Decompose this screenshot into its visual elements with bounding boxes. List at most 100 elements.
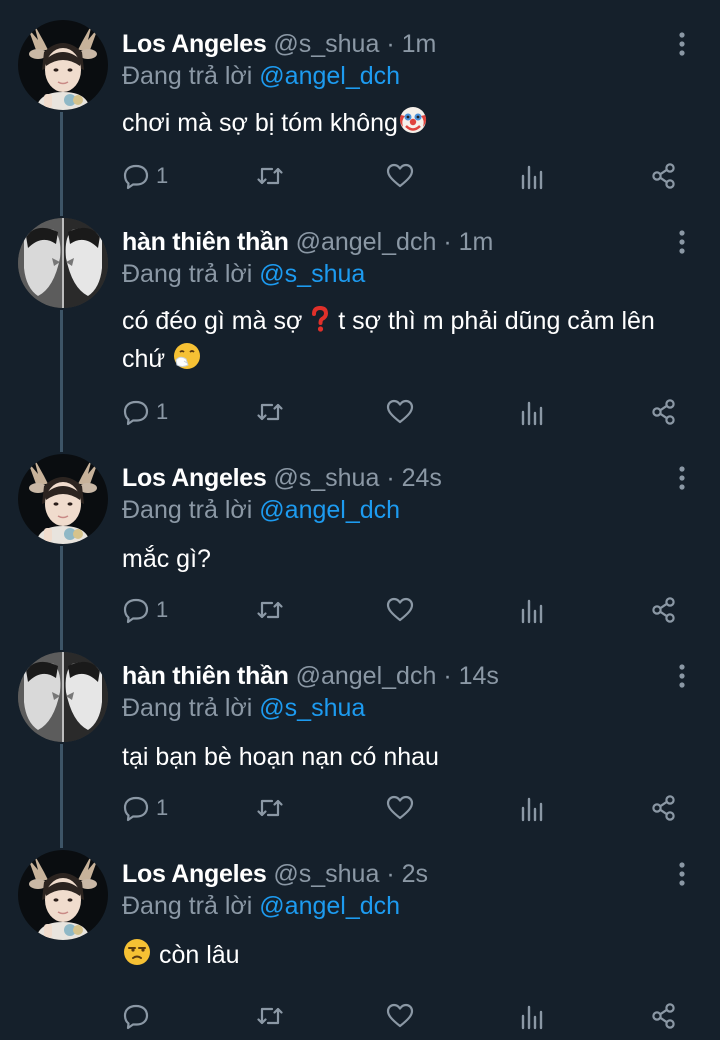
mention-link[interactable]: @angel_dch [259,496,400,524]
avatar[interactable] [18,20,108,110]
retweet-button[interactable] [256,996,284,1036]
display-name[interactable]: Los Angeles [122,30,267,58]
tweet[interactable]: hàn thiên thần @angel_dch · 14s Đang trả… [0,632,720,830]
tweet[interactable]: Los Angeles @s_shua · 24s Đang trả lời @… [0,434,720,632]
handle[interactable]: @s_shua [273,860,379,888]
share-button[interactable] [650,156,678,196]
stats-button[interactable] [518,788,546,828]
stats-button[interactable] [518,590,546,630]
reply-context: Đang trả lời @angel_dch [122,890,400,922]
stats-button[interactable] [518,156,546,196]
share-button[interactable] [650,996,678,1036]
handle[interactable]: @angel_dch [296,228,437,256]
share-icon [652,163,675,189]
stats-button[interactable] [518,392,546,432]
reply-count: 1 [156,795,169,820]
handle[interactable]: @s_shua [273,30,379,58]
tweet-header: hàn thiên thần @angel_dch · 14s [122,660,499,692]
like-icon [386,1003,414,1028]
more-icon[interactable] [674,464,690,492]
share-button[interactable] [650,590,678,630]
retweet-button[interactable] [256,788,284,828]
share-icon [652,1003,675,1029]
timestamp[interactable]: 2s [402,860,428,888]
display-name[interactable]: hàn thiên thần [122,228,289,256]
avatar[interactable] [18,850,108,940]
handle[interactable]: @s_shua [273,464,379,492]
display-name[interactable]: Los Angeles [122,860,267,888]
tweet-text-content: t sợ thì m phải dũng cảm lên [331,307,655,335]
share-icon [652,399,675,425]
more-icon[interactable] [674,228,690,256]
mention-link[interactable]: @s_shua [259,694,365,722]
tweet-actions: 1 [0,590,720,630]
reply-icon [123,796,149,822]
tweet[interactable]: Los Angeles @s_shua · 1m Đang trả lời @a… [0,0,720,198]
retweet-button[interactable] [256,392,284,432]
more-icon[interactable] [674,30,690,58]
reply-button[interactable]: 1 [122,590,168,630]
display-name[interactable]: Los Angeles [122,464,267,492]
like-button[interactable] [386,392,414,432]
like-button[interactable] [386,156,414,196]
share-button[interactable] [650,788,678,828]
tweet[interactable]: Los Angeles @s_shua · 2s Đang trả lời @a… [0,830,720,1040]
reply-context: Đang trả lời @s_shua [122,692,365,724]
retweet-button[interactable] [256,590,284,630]
display-name[interactable]: hàn thiên thần [122,662,289,690]
like-button[interactable] [386,590,414,630]
stats-button[interactable] [518,996,546,1036]
tweet-actions [0,996,720,1036]
stats-icon [521,1005,543,1030]
share-button[interactable] [650,392,678,432]
reply-icon [123,400,149,426]
like-icon [386,399,414,424]
retweet-icon [257,167,283,185]
timestamp[interactable]: 24s [402,464,442,492]
reply-prefix: Đang trả lời [122,694,253,722]
avatar[interactable] [18,454,108,544]
timestamp[interactable]: 14s [459,662,499,690]
tweet[interactable]: hàn thiên thần @angel_dch · 1m Đang trả … [0,198,720,434]
tweet-header: Los Angeles @s_shua · 24s [122,462,442,494]
more-icon[interactable] [674,860,690,888]
like-button[interactable] [386,788,414,828]
red-question-mark-icon [312,305,329,332]
retweet-icon [257,799,283,817]
reply-count: 1 [156,399,169,424]
timestamp[interactable]: 1m [402,30,437,58]
mention-link[interactable]: @angel_dch [259,62,400,90]
avatar[interactable] [18,652,108,742]
mention-link[interactable]: @angel_dch [259,892,400,920]
tweet-text: chơi mà sợ bị tóm không [122,104,692,142]
like-button[interactable] [386,996,414,1036]
more-icon[interactable] [674,662,690,690]
clown-face-icon [399,107,427,133]
tweet-text-content: chơi mà sợ bị tóm không [122,109,398,137]
handle[interactable]: @angel_dch [296,662,437,690]
tweet-actions: 1 [0,156,720,196]
like-icon [386,163,414,188]
reply-button[interactable]: 1 [122,392,168,432]
tweet-header: hàn thiên thần @angel_dch · 1m [122,226,493,258]
reply-count: 1 [156,163,169,188]
reply-icon [123,598,149,624]
share-icon [652,795,675,821]
timestamp[interactable]: 1m [459,228,494,256]
reply-button[interactable]: 1 [122,156,168,196]
mention-link[interactable]: @s_shua [259,260,365,288]
separator: · [386,30,395,58]
separator: · [443,662,452,690]
reply-button[interactable] [122,996,156,1036]
tweet-text-content: còn lâu [158,941,240,969]
separator: · [386,464,395,492]
tweet-actions: 1 [0,392,720,432]
share-icon [652,597,675,623]
avatar[interactable] [18,218,108,308]
tweet-text: có đéo gì mà sợ t sợ thì m phải dũng cảm… [122,302,692,378]
retweet-button[interactable] [256,156,284,196]
tweet-actions: 1 [0,788,720,828]
tweet-text: còn lâu [122,936,692,974]
reply-button[interactable]: 1 [122,788,168,828]
sneezing-face-icon [174,343,201,369]
